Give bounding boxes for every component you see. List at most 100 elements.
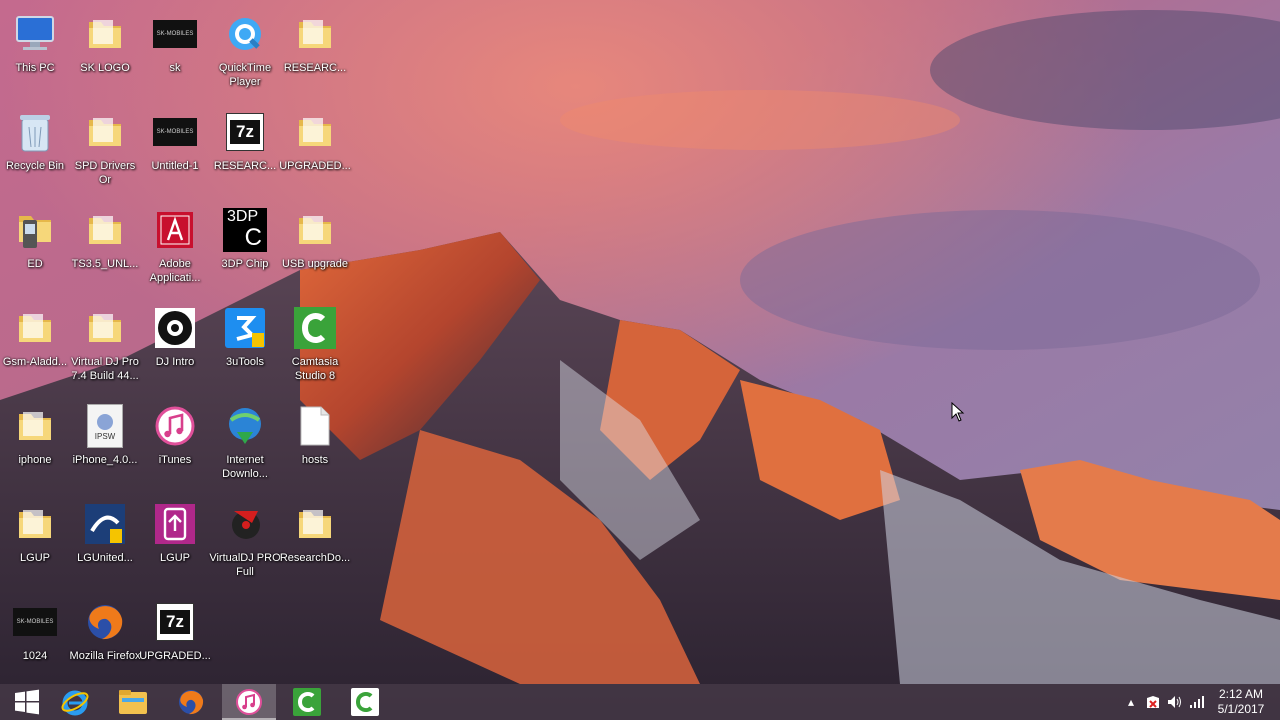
chevron-up-icon: ▴ — [1127, 695, 1135, 709]
firefox-button[interactable] — [164, 684, 218, 720]
desktop-icon[interactable]: ED — [0, 200, 71, 292]
desktop-icon-label: LGUP — [160, 552, 190, 564]
desktop-icon-label: Adobe Applicati... — [149, 258, 201, 284]
system-tray: ▴ 2:12 AM 5/1/2017 — [1120, 684, 1280, 720]
desktop-icon[interactable]: This PC — [0, 4, 71, 96]
3dp-chip-icon: 3DP C — [221, 206, 269, 254]
camtasia-icon — [291, 304, 339, 352]
action-center-icon[interactable] — [1142, 684, 1164, 720]
desktop-icon[interactable]: Camtasia Studio 8 — [279, 298, 351, 390]
desktop-icon[interactable]: SK LOGO — [69, 4, 141, 96]
show-hidden-icons-button[interactable]: ▴ — [1120, 684, 1142, 720]
desktop-icon[interactable]: 7z RESEARC... — [209, 102, 281, 194]
idm-icon — [221, 402, 269, 450]
desktop-icon[interactable]: 3uTools — [209, 298, 281, 390]
desktop-icon-label: iTunes — [158, 454, 192, 466]
itunes-button[interactable] — [222, 684, 276, 720]
desktop-icon-label: VirtualDJ PRO Full — [209, 552, 281, 578]
phone-folder-icon — [11, 206, 59, 254]
desktop-icon-label: Untitled-1 — [151, 160, 199, 172]
desktop-icon[interactable]: Internet Downlo... — [209, 396, 281, 488]
desktop-icon[interactable]: USB upgrade — [279, 200, 351, 292]
desktop-icon-label: iPhone_4.0... — [72, 454, 138, 466]
desktop-icon[interactable]: iphone — [0, 396, 71, 488]
camtasia-recorder-button[interactable] — [338, 684, 392, 720]
folder-icon — [11, 304, 59, 352]
desktop-icon[interactable]: Recycle Bin — [0, 102, 71, 194]
adobe-icon — [151, 206, 199, 254]
image-thumbnail: SK-MOBILES — [153, 20, 197, 48]
folder-icon — [291, 500, 339, 548]
desktop-icon-label: LGUnited... — [77, 552, 133, 564]
recycle-bin-icon — [11, 108, 59, 156]
desktop-icon-label: RESEARC... — [213, 160, 277, 172]
desktop-icon-label: LGUP — [20, 552, 50, 564]
camtasia-icon — [351, 688, 379, 716]
desktop-icon[interactable]: hosts — [279, 396, 351, 488]
image-icon: SK-MOBILES — [151, 108, 199, 156]
desktop-icon-label: SPD Drivers Or — [74, 160, 136, 186]
desktop-icon-label: DJ Intro — [155, 356, 195, 368]
desktop-icon-label: Mozilla Firefox — [69, 650, 141, 662]
desktop-icon-label: UPGRADED... — [279, 160, 351, 172]
folder-icon — [291, 108, 339, 156]
desktop-icon[interactable]: SPD Drivers Or — [69, 102, 141, 194]
file-explorer-button[interactable] — [106, 684, 160, 720]
desktop-icon-label: iphone — [18, 454, 52, 466]
desktop-icon[interactable]: QuickTime Player — [209, 4, 281, 96]
firefox-icon — [179, 690, 204, 715]
ipsw-icon: IPSW — [81, 402, 129, 450]
desktop-icon[interactable]: UPGRADED... — [279, 102, 351, 194]
folder-icon — [11, 500, 59, 548]
lgunited-icon — [81, 500, 129, 548]
dj-intro-icon — [151, 304, 199, 352]
desktop-icon-label: ResearchDo... — [279, 552, 351, 564]
folder-icon — [291, 206, 339, 254]
desktop-icon[interactable]: DJ Intro — [139, 298, 211, 390]
desktop-icon[interactable]: 3DP C 3DP Chip — [209, 200, 281, 292]
3utools-icon — [221, 304, 269, 352]
7zip-icon: 7z — [151, 598, 199, 646]
folder-icon — [291, 10, 339, 58]
camtasia-button[interactable] — [280, 684, 334, 720]
desktop-icon[interactable]: VirtualDJ PRO Full — [209, 494, 281, 586]
desktop-icon[interactable]: LGUP — [139, 494, 211, 586]
desktop-icon[interactable]: Gsm-Aladd... — [0, 298, 71, 390]
file-explorer-icon — [119, 690, 147, 714]
desktop-icon-label: Gsm-Aladd... — [2, 356, 68, 368]
desktop-icon-label: This PC — [15, 62, 55, 74]
image-thumbnail: SK-MOBILES — [13, 608, 57, 636]
desktop-icon-label: SK LOGO — [80, 62, 130, 74]
desktop-icon[interactable]: IPSW iPhone_4.0... — [69, 396, 141, 488]
desktop-icon[interactable]: ResearchDo... — [279, 494, 351, 586]
desktop-icon[interactable]: SK-MOBILES sk — [139, 4, 211, 96]
desktop-icon[interactable]: Virtual DJ Pro 7.4 Build 44... — [69, 298, 141, 390]
clock-date: 5/1/2017 — [1217, 702, 1265, 716]
desktop-icon[interactable]: 7z UPGRADED... — [139, 592, 211, 684]
desktop-icon[interactable]: iTunes — [139, 396, 211, 488]
desktop-icon-label: Virtual DJ Pro 7.4 Build 44... — [71, 356, 139, 382]
desktop-icon[interactable]: Adobe Applicati... — [139, 200, 211, 292]
taskbar-clock[interactable]: 2:12 AM 5/1/2017 — [1208, 687, 1274, 717]
image-icon: SK-MOBILES — [151, 10, 199, 58]
desktop-icon-label: TS3.5_UNL... — [71, 258, 139, 270]
7zip-icon: 7z — [221, 108, 269, 156]
folder-icon — [81, 206, 129, 254]
desktop-icon-label: hosts — [301, 454, 329, 466]
desktop-icon[interactable]: TS3.5_UNL... — [69, 200, 141, 292]
start-button[interactable] — [0, 684, 54, 720]
desktop-icon[interactable]: RESEARC... — [279, 4, 351, 96]
desktop-icon[interactable]: SK-MOBILES Untitled-1 — [139, 102, 211, 194]
mouse-cursor-icon — [951, 402, 965, 422]
internet-explorer-button[interactable] — [48, 684, 102, 720]
quicktime-icon — [221, 10, 269, 58]
desktop-icon[interactable]: Mozilla Firefox — [69, 592, 141, 684]
desktop-icon-label: USB upgrade — [281, 258, 349, 270]
desktop-icon[interactable]: LGUP — [0, 494, 71, 586]
desktop-icon[interactable]: LGUnited... — [69, 494, 141, 586]
desktop-icon[interactable]: SK-MOBILES 1024 — [0, 592, 71, 684]
network-signal-icon[interactable] — [1186, 684, 1208, 720]
desktop-icon-label: Recycle Bin — [5, 160, 65, 172]
desktop-icon-label: RESEARC... — [283, 62, 347, 74]
volume-icon[interactable] — [1164, 684, 1186, 720]
